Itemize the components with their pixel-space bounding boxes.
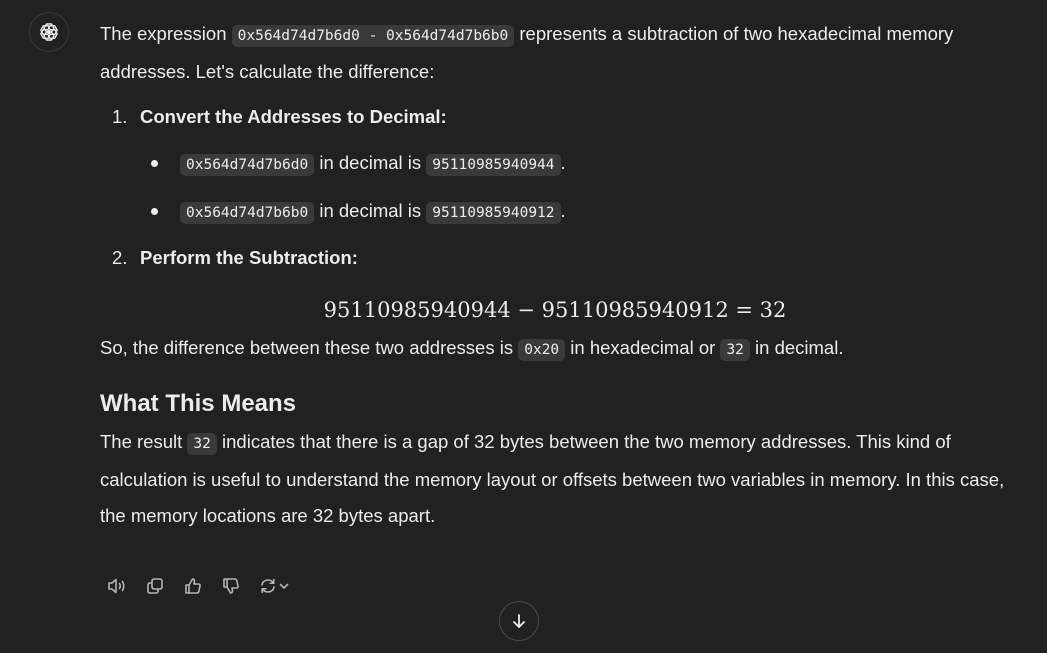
chat-page: The expression 0x564d74d7b6d0 - 0x564d74…	[0, 0, 1047, 653]
bullet-end: .	[560, 200, 566, 221]
step-number: 2.	[112, 247, 128, 268]
thumbs-down-icon	[223, 578, 239, 594]
summary-text: So, the difference between these two add…	[100, 337, 519, 358]
decimal-result-code: 32	[720, 339, 750, 361]
bullet-dot	[151, 208, 158, 215]
summary-paragraph: So, the difference between these two add…	[100, 330, 1010, 368]
thumbs-up-icon	[185, 578, 201, 594]
bullet-dot	[151, 160, 158, 167]
regenerate-icon	[261, 578, 275, 594]
chevron-down-icon	[279, 583, 289, 589]
regenerate-button[interactable]	[252, 572, 296, 600]
bullet-text: in decimal is	[314, 152, 427, 173]
paragraph-text-end: indicates that there is a gap of 32 byte…	[100, 431, 1005, 526]
hex-result-code: 0x20	[518, 339, 566, 361]
bullet-text: in decimal is	[314, 200, 427, 221]
bullet-item: 0x564d74d7b6b0 in decimal is 95110985940…	[100, 193, 1010, 231]
message-actions	[100, 572, 296, 600]
hex-address-code: 0x564d74d7b6d0	[180, 154, 315, 176]
paragraph-text: The result	[100, 431, 188, 452]
speaker-icon	[108, 578, 125, 594]
section-heading: What This Means	[100, 390, 297, 417]
step-title: Convert the Addresses to Decimal:	[140, 106, 447, 127]
explanation-paragraph: The result 32 indicates that there is a …	[100, 424, 1010, 534]
step-number: 1.	[112, 106, 128, 127]
assistant-avatar	[29, 12, 69, 52]
math-equation: 95110985940944 − 95110985940912 = 32	[323, 298, 787, 322]
summary-text-end: in decimal.	[749, 337, 844, 358]
bad-response-button[interactable]	[214, 572, 248, 600]
decimal-value-code: 95110985940912	[426, 202, 561, 224]
read-aloud-button[interactable]	[100, 572, 134, 600]
decimal-value-code: 95110985940944	[426, 154, 561, 176]
step-title: Perform the Subtraction:	[140, 247, 358, 268]
step-2: 2. Perform the Subtraction:	[100, 240, 1010, 276]
intro-text: The expression	[100, 23, 232, 44]
step-1: 1. Convert the Addresses to Decimal:	[100, 99, 1010, 135]
scroll-to-bottom-button[interactable]	[499, 601, 539, 641]
arrow-down-icon	[513, 614, 525, 628]
copy-icon	[147, 578, 163, 594]
copy-button[interactable]	[138, 572, 172, 600]
bullet-end: .	[560, 152, 566, 173]
assistant-message: The expression 0x564d74d7b6d0 - 0x564d74…	[100, 16, 1010, 534]
hex-address-code: 0x564d74d7b6b0	[180, 202, 315, 224]
result-code: 32	[187, 433, 217, 455]
intro-paragraph: The expression 0x564d74d7b6d0 - 0x564d74…	[100, 16, 1010, 90]
summary-text-mid: in hexadecimal or	[565, 337, 721, 358]
bullet-item: 0x564d74d7b6d0 in decimal is 95110985940…	[100, 145, 1010, 183]
expression-code: 0x564d74d7b6d0 - 0x564d74d7b6b0	[231, 25, 515, 47]
openai-logo-icon	[40, 23, 58, 41]
good-response-button[interactable]	[176, 572, 210, 600]
